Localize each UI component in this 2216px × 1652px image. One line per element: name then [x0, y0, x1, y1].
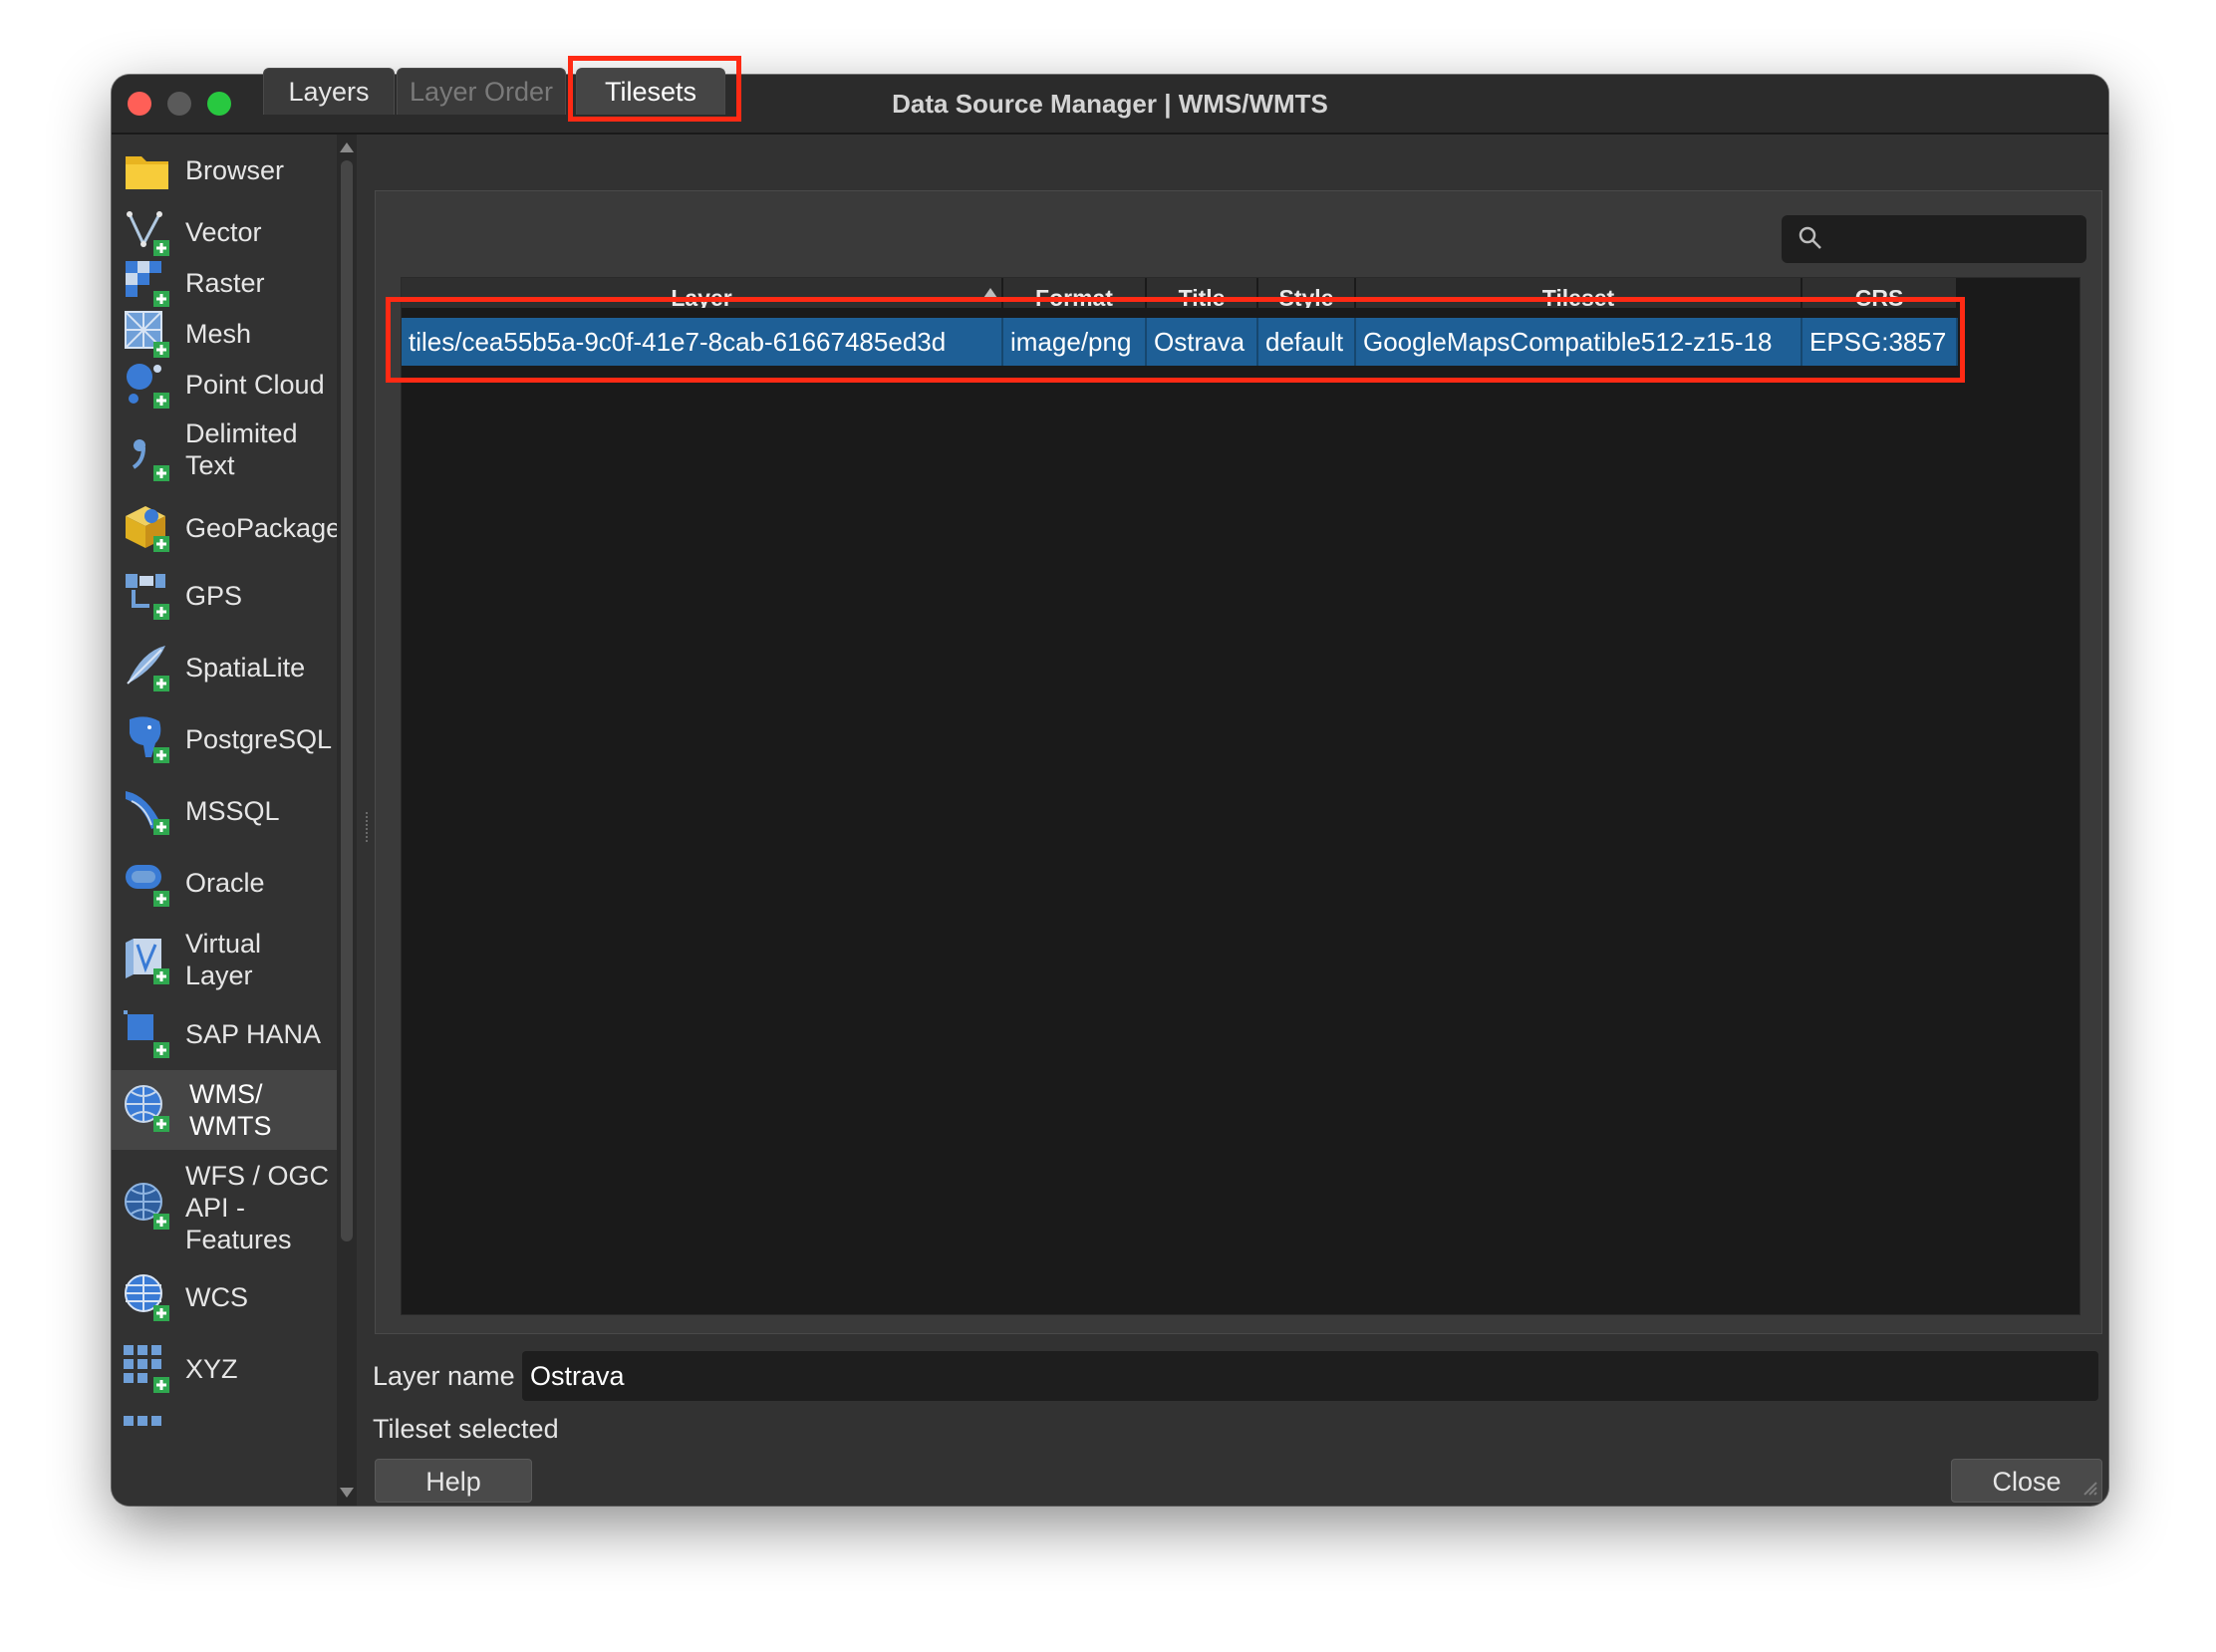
postgresql-add-icon [130, 716, 169, 763]
help-button[interactable]: Help [375, 1459, 532, 1503]
resize-grip-icon[interactable] [2080, 1479, 2098, 1497]
sidebar-item-label: Oracle [185, 868, 265, 898]
sidebar-item-spatialite[interactable]: SpatiaLite [112, 632, 337, 703]
sap-hana-add-icon [124, 1010, 169, 1058]
sidebar-item-raster[interactable]: Raster [112, 257, 337, 308]
sidebar-item-mesh[interactable]: Mesh [112, 308, 337, 359]
mesh-add-icon [125, 311, 169, 358]
scrollbar-thumb[interactable] [341, 160, 353, 1241]
sidebar-item-label: GeoPackage [185, 513, 337, 543]
sidebar-item-label: SAP HANA [185, 1019, 322, 1049]
oracle-add-icon [126, 865, 169, 907]
sidebar-item-xyz[interactable]: XYZ [112, 1333, 337, 1405]
gps-add-icon [126, 574, 169, 620]
tab-layers[interactable]: Layers [263, 68, 395, 115]
geopackage-add-icon [126, 506, 169, 552]
sidebar-item-label: WFS / OGC API - Features [185, 1161, 329, 1254]
sidebar-item-wcs[interactable]: WCS [112, 1261, 337, 1333]
delimited-text-add-icon [132, 439, 169, 481]
wms-globe-icon [125, 1085, 169, 1132]
sidebar-item-point-cloud[interactable]: Point Cloud [112, 359, 337, 410]
virtual-layer-add-icon [126, 939, 169, 984]
splitter-handle[interactable] [366, 812, 372, 842]
sidebar-item-delimited-text[interactable]: Delimited Text [112, 410, 337, 496]
tab-layer-order[interactable]: Layer Order [397, 68, 566, 115]
xyz-grid-icon [124, 1345, 169, 1393]
sidebar-item-label: Vector [185, 217, 262, 247]
sidebar-item-gps[interactable]: GPS [112, 560, 337, 632]
tab-highlight-box [568, 56, 741, 122]
sidebar-item-label: Raster [185, 268, 265, 298]
spatialite-add-icon [127, 646, 169, 691]
sidebar-item-vector[interactable]: Vector [112, 206, 337, 257]
next-provider-icon [124, 1416, 161, 1426]
sidebar-item-virtual-layer[interactable]: Virtual Layer [112, 919, 337, 998]
sidebar-item-wfs-ogc-api-features[interactable]: WFS / OGC API - Features [112, 1150, 337, 1261]
sidebar-item-label: XYZ [185, 1354, 238, 1384]
sidebar-item-label: PostgreSQL [185, 724, 333, 754]
sidebar-item-postgresql[interactable]: PostgreSQL [112, 703, 337, 775]
layer-name-input[interactable]: Ostrava [522, 1351, 2098, 1401]
sidebar-item-geopackage[interactable]: GeoPackage [112, 496, 337, 560]
row-highlight-box [386, 297, 1965, 383]
sidebar-item-label: Virtual Layer [185, 929, 262, 990]
sidebar-item-label: WMS/ WMTS [189, 1079, 272, 1141]
search-field[interactable] [1782, 215, 2086, 263]
sidebar-item-label: Delimited Text [185, 418, 298, 480]
raster-add-icon [126, 261, 169, 307]
sidebar-item-label: Point Cloud [185, 370, 325, 400]
sidebar-item-label: Mesh [185, 319, 252, 349]
sidebar-item-label: WCS [185, 1282, 248, 1312]
vector-add-icon [127, 211, 169, 256]
layer-name-label: Layer name [373, 1361, 515, 1391]
sidebar-item-label: SpatiaLite [185, 653, 306, 683]
sidebar-scrollbar[interactable] [337, 135, 357, 1506]
sidebar-item-wms-wmts[interactable]: WMS/ WMTS [112, 1070, 337, 1150]
scroll-down-arrow-icon[interactable] [340, 1488, 354, 1498]
sidebar-item-label: GPS [185, 581, 243, 611]
status-text: Tileset selected [373, 1414, 559, 1444]
sidebar-item-label: MSSQL [185, 796, 280, 826]
sidebar-item-sap-hana[interactable]: SAP HANA [112, 998, 337, 1070]
wfs-globe-icon [125, 1183, 169, 1230]
search-icon [1799, 226, 1821, 249]
tilesets-table: Layer Format Title Style Tileset CRS til… [401, 277, 2080, 1315]
folder-icon [126, 156, 168, 189]
mssql-add-icon [126, 791, 169, 835]
sidebar-item-browser[interactable]: Browser [112, 135, 337, 206]
scroll-up-arrow-icon[interactable] [340, 142, 354, 152]
point-cloud-add-icon [127, 364, 169, 409]
wcs-globe-icon [125, 1274, 169, 1321]
sidebar-item-label: Browser [185, 155, 285, 185]
sidebar-item-mssql[interactable]: MSSQL [112, 775, 337, 847]
sidebar-item-oracle[interactable]: Oracle [112, 847, 337, 919]
provider-sidebar: Browser Vector Raster Mesh Point Cloud D… [112, 135, 337, 1506]
